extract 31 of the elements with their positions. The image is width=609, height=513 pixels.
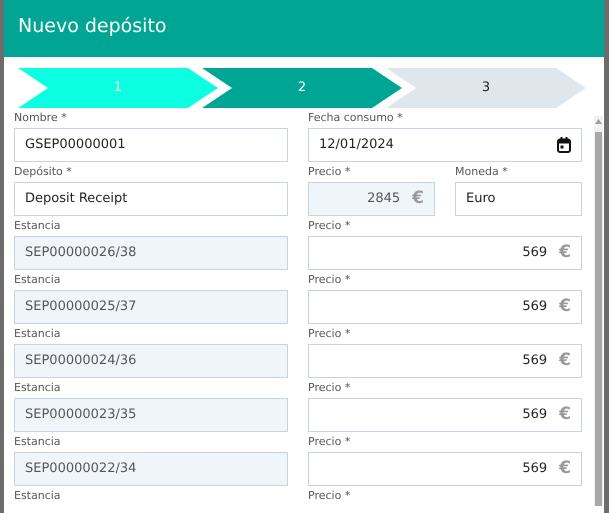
input-field[interactable]: 569 € [308,236,582,270]
input-field[interactable]: Euro [455,182,582,216]
field-label: Moneda * [455,165,509,179]
field-label: Fecha consumo * [308,111,404,125]
field-label: Estancia [14,489,62,503]
scroll-up-icon[interactable] [595,119,602,124]
input-field[interactable]: 569 € [308,452,582,486]
field-label: Precio * [308,327,352,341]
step-tab[interactable]: 3 [386,68,586,108]
field-label: Depósito * [14,165,73,179]
date-field[interactable]: 12/01/2024 [308,128,582,162]
field-label: Estancia [14,327,62,341]
modal-title: Nuevo depósito [18,15,167,37]
field-label: Nombre * [14,111,68,125]
field-label: Precio * [308,435,352,449]
input-field[interactable]: GSEP00000001 [14,128,288,162]
field-label: Precio * [308,219,352,233]
input-field[interactable]: Deposit Receipt [14,182,288,216]
field-label: Precio * [308,165,352,179]
field-label: Precio * [308,381,352,395]
calendar-icon[interactable] [557,137,571,153]
scrollbar[interactable] [594,116,603,506]
input-field[interactable]: 569 € [308,398,582,432]
field-label: Estancia [14,219,62,233]
field-label: Precio * [308,273,352,287]
field-label: Estancia [14,273,62,287]
field-label: Estancia [14,381,62,395]
input-field[interactable]: 569 € [308,344,582,378]
field-label: Estancia [14,435,62,449]
input-field[interactable]: 569 € [308,290,582,324]
field-label: Precio * [308,489,352,503]
